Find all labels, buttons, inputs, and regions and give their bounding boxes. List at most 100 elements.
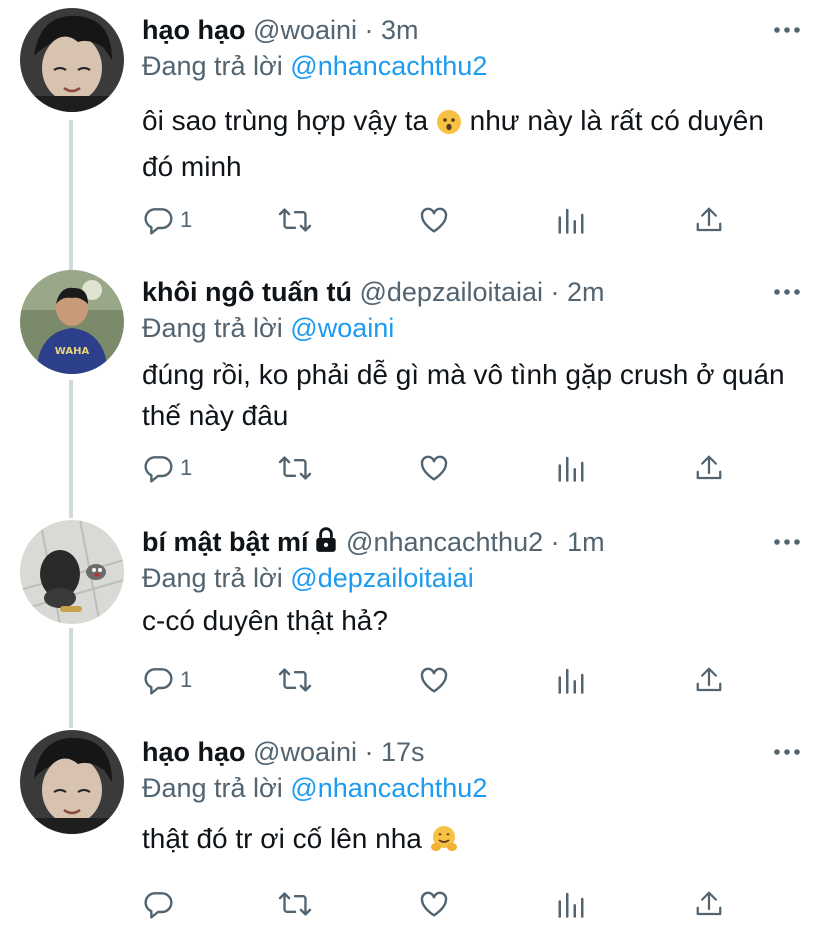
avatar[interactable]	[20, 520, 124, 624]
tweet-text-part: thật đó tr ơi cố lên nha	[142, 823, 430, 854]
retweet-button[interactable]	[278, 202, 312, 238]
tweet-actions: 1	[142, 450, 802, 486]
separator-dot: ·	[364, 737, 374, 767]
reply-icon	[144, 892, 173, 919]
like-button[interactable]	[418, 662, 450, 698]
retweet-icon	[278, 208, 312, 232]
retweet-button[interactable]	[278, 450, 312, 486]
analytics-button[interactable]	[556, 450, 586, 486]
separator-dot: ·	[550, 277, 560, 307]
analytics-icon	[558, 668, 584, 694]
username[interactable]: @depzailoitaiai	[359, 277, 543, 307]
replying-to: Đang trả lời @depzailoitaiai	[142, 560, 474, 596]
timestamp[interactable]: 2m	[567, 277, 605, 307]
analytics-icon	[558, 892, 584, 918]
tweet[interactable]: hạo hạo @woaini · 3m Đang trả lời @nhanc…	[0, 0, 828, 262]
display-name[interactable]: hạo hạo	[142, 737, 246, 767]
replying-to: Đang trả lời @woaini	[142, 310, 394, 346]
avatar[interactable]	[20, 730, 124, 834]
reply-count: 1	[180, 455, 193, 480]
share-button[interactable]	[694, 886, 724, 922]
username[interactable]: @woaini	[253, 737, 357, 767]
tweet-actions: 1	[142, 202, 802, 238]
mention-link[interactable]: @nhancachthu2	[290, 773, 487, 803]
mention-link[interactable]: @nhancachthu2	[290, 51, 487, 81]
hugging-face-emoji	[430, 823, 458, 864]
mention-link[interactable]: @woaini	[290, 313, 394, 343]
reply-icon	[144, 668, 173, 695]
more-icon[interactable]	[772, 12, 802, 48]
share-button[interactable]	[694, 662, 724, 698]
analytics-button[interactable]	[556, 886, 586, 922]
mention-link[interactable]: @depzailoitaiai	[290, 563, 474, 593]
like-icon	[420, 667, 448, 693]
hushed-face-emoji	[436, 105, 462, 146]
analytics-button[interactable]	[556, 662, 586, 698]
like-button[interactable]	[418, 450, 450, 486]
tweet-text: đúng rồi, ko phải dễ gì mà vô tình gặp c…	[142, 359, 785, 431]
retweet-icon	[278, 892, 312, 916]
retweet-button[interactable]	[278, 662, 312, 698]
retweet-button[interactable]	[278, 886, 312, 922]
separator-dot: ·	[550, 527, 560, 557]
tweet-actions: 1	[142, 662, 802, 698]
tweet-header: khôi ngô tuấn tú @depzailoitaiai · 2m	[142, 274, 802, 310]
reply-count: 1	[180, 667, 193, 692]
svg-text:WAHA: WAHA	[55, 346, 90, 357]
timestamp[interactable]: 3m	[381, 15, 419, 45]
avatar[interactable]: WAHA	[20, 270, 124, 374]
analytics-icon	[558, 456, 584, 482]
reply-button[interactable]: 1	[142, 450, 192, 486]
tweet-header: hạo hạo @woaini · 3m	[142, 12, 802, 48]
analytics-button[interactable]	[556, 202, 586, 238]
reply-button[interactable]: 1	[142, 662, 192, 698]
share-icon	[696, 891, 722, 916]
username[interactable]: @nhancachthu2	[346, 527, 543, 557]
avatar[interactable]	[20, 8, 124, 112]
reply-icon	[144, 456, 173, 483]
tweet-text: ôi sao trùng hợp vậy ta như này là rất c…	[142, 100, 802, 187]
reply-button[interactable]	[142, 886, 180, 922]
analytics-icon	[558, 208, 584, 234]
display-name[interactable]: hạo hạo	[142, 15, 246, 45]
retweet-icon	[278, 456, 312, 480]
replying-label: Đang trả lời	[142, 563, 283, 593]
replying-label: Đang trả lời	[142, 313, 283, 343]
separator-dot: ·	[364, 15, 374, 45]
reply-icon	[144, 208, 173, 235]
retweet-icon	[278, 668, 312, 692]
tweet[interactable]: hạo hạo @woaini · 17s Đang trả lời @nhan…	[0, 722, 828, 932]
like-button[interactable]	[418, 886, 450, 922]
timestamp[interactable]: 17s	[381, 737, 425, 767]
reply-count: 1	[180, 207, 193, 232]
replying-to: Đang trả lời @nhancachthu2	[142, 770, 487, 806]
like-button[interactable]	[418, 202, 450, 238]
username[interactable]: @woaini	[253, 15, 357, 45]
tweet-text-part: ôi sao trùng hợp vậy ta	[142, 105, 436, 136]
tweet[interactable]: bí mật bật mí @nhancachthu2 · 1m Đang tr…	[0, 512, 828, 722]
replying-label: Đang trả lời	[142, 773, 283, 803]
tweet-text: thật đó tr ơi cố lên nha	[142, 818, 802, 864]
tweet-header: bí mật bật mí @nhancachthu2 · 1m	[142, 524, 802, 560]
like-icon	[420, 891, 448, 917]
tweet-actions	[142, 886, 802, 922]
like-icon	[420, 207, 448, 233]
like-icon	[420, 455, 448, 481]
replying-label: Đang trả lời	[142, 51, 283, 81]
more-icon[interactable]	[772, 274, 802, 310]
timestamp[interactable]: 1m	[567, 527, 605, 557]
display-name[interactable]: khôi ngô tuấn tú	[142, 277, 352, 307]
share-button[interactable]	[694, 450, 724, 486]
tweet[interactable]: WAHA khôi ngô tuấn tú @depzailoitaiai · …	[0, 262, 828, 516]
more-icon[interactable]	[772, 524, 802, 560]
replying-to: Đang trả lời @nhancachthu2	[142, 48, 487, 84]
share-icon	[696, 207, 722, 232]
more-icon[interactable]	[772, 734, 802, 770]
lock-icon	[313, 526, 339, 563]
display-name[interactable]: bí mật bật mí	[142, 527, 309, 557]
reply-button[interactable]: 1	[142, 202, 192, 238]
tweet-header: hạo hạo @woaini · 17s	[142, 734, 802, 770]
share-button[interactable]	[694, 202, 724, 238]
share-icon	[696, 455, 722, 480]
share-icon	[696, 667, 722, 692]
